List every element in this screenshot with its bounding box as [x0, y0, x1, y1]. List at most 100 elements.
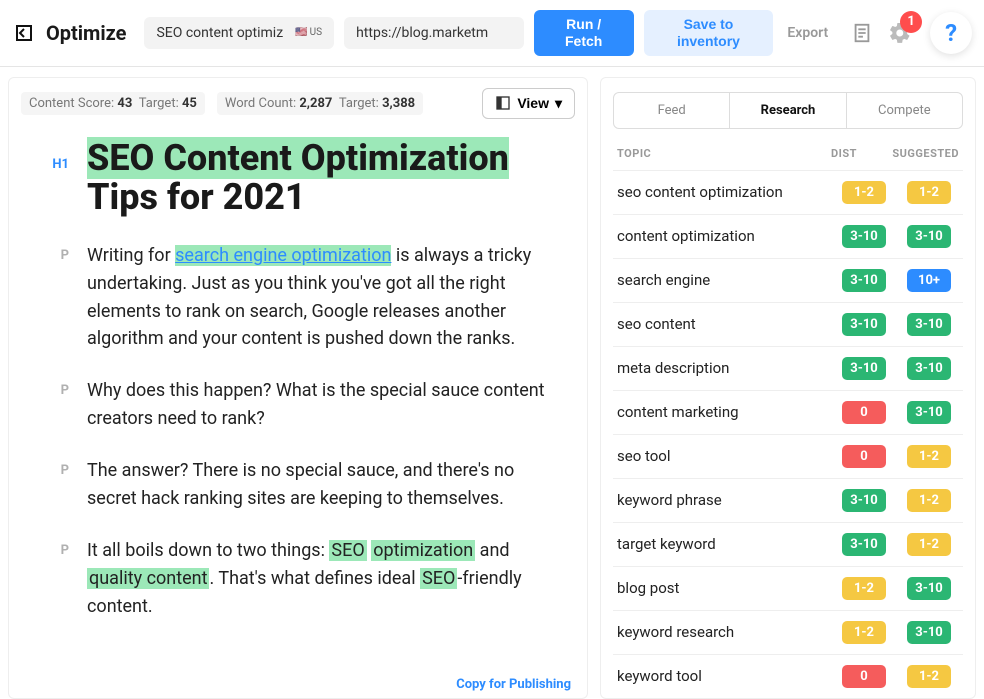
dist-pill: 3-10 — [842, 533, 886, 556]
topic-row[interactable]: content marketing0 3-10 — [613, 390, 963, 434]
topic-name: meta description — [617, 359, 829, 377]
topic-name: content marketing — [617, 403, 829, 421]
sugg-cell: 1-2 — [899, 665, 959, 688]
topic-row[interactable]: search engine3-10 10+ — [613, 258, 963, 302]
topic-name: search engine — [617, 271, 829, 289]
p-block: P Why does this happen? What is the spec… — [9, 377, 547, 433]
dist-pill: 3-10 — [842, 313, 886, 336]
suggested-pill: 3-10 — [907, 401, 951, 424]
document-icon[interactable] — [848, 19, 876, 47]
notification-badge: 1 — [900, 11, 922, 33]
suggested-pill: 10+ — [907, 269, 951, 292]
copy-for-publishing-link[interactable]: Copy for Publishing — [456, 677, 571, 692]
sugg-cell: 1-2 — [899, 181, 959, 204]
sidebar-column: Feed Research Compete TOPIC DIST SUGGEST… — [600, 77, 976, 699]
settings-gear-icon[interactable]: 1 — [886, 19, 914, 47]
p-tag: P — [9, 242, 69, 263]
sugg-cell: 3-10 — [899, 225, 959, 248]
keyword-text: SEO content optimiz — [156, 25, 283, 41]
editor-header: Content Score: 43 Target: 45 Word Count:… — [9, 78, 587, 129]
topic-row[interactable]: keyword research1-23-10 — [613, 610, 963, 654]
dist-cell: 3-10 — [829, 357, 899, 380]
app-title: Optimize — [46, 21, 127, 45]
dist-cell: 1-2 — [829, 621, 899, 644]
topic-row[interactable]: blog post1-23-10 — [613, 566, 963, 610]
topbar: Optimize SEO content optimiz 🇺🇸US https:… — [0, 0, 984, 67]
dist-cell: 1-2 — [829, 577, 899, 600]
p-block: P The answer? There is no special sauce,… — [9, 457, 547, 513]
suggested-pill: 1-2 — [907, 665, 951, 688]
col-dist: DIST — [809, 147, 879, 160]
suggested-pill: 3-10 — [907, 225, 951, 248]
p-tag: P — [9, 457, 69, 478]
topic-row[interactable]: seo content 3-10 3-10 — [613, 302, 963, 346]
dist-pill: 3-10 — [842, 225, 886, 248]
run-fetch-button[interactable]: Run / Fetch — [534, 10, 634, 56]
topic-row[interactable]: meta description 3-10 3-10 — [613, 346, 963, 390]
save-inventory-button[interactable]: Save to inventory — [644, 10, 774, 56]
main-area: Content Score: 43 Target: 45 Word Count:… — [0, 67, 984, 699]
url-input[interactable]: https://blog.marketm — [344, 17, 524, 49]
topic-name: keyword tool — [617, 667, 829, 685]
sidebar-tabs: Feed Research Compete — [613, 92, 963, 129]
help-button[interactable]: ? — [930, 12, 972, 54]
p-text[interactable]: Why does this happen? What is the specia… — [87, 377, 547, 433]
topic-name: seo content optimization — [617, 183, 829, 201]
sugg-cell: 10+ — [899, 269, 959, 292]
chevron-down-icon: ▾ — [555, 95, 562, 112]
p-text[interactable]: Writing for search engine optimization i… — [87, 242, 547, 354]
suggested-pill: 3-10 — [907, 357, 951, 380]
suggested-pill: 1-2 — [907, 533, 951, 556]
topic-row[interactable]: keyword tool 0 1-2 — [613, 654, 963, 698]
dist-cell: 3-10 — [829, 313, 899, 336]
suggested-pill: 1-2 — [907, 181, 951, 204]
suggested-pill: 3-10 — [907, 577, 951, 600]
dist-cell: 3-10 — [829, 533, 899, 556]
tab-research[interactable]: Research — [729, 93, 845, 128]
locale-flag: 🇺🇸US — [295, 27, 322, 38]
word-count-stat: Word Count: 2,287 Target: 3,388 — [217, 92, 423, 115]
keyword-input[interactable]: SEO content optimiz 🇺🇸US — [144, 17, 334, 49]
sugg-cell: 3-10 — [899, 401, 959, 424]
col-topic: TOPIC — [617, 147, 809, 160]
topic-list: seo content optimization1-21-2content op… — [613, 170, 963, 698]
dist-cell: 3-10 — [829, 269, 899, 292]
tab-compete[interactable]: Compete — [846, 93, 962, 128]
sugg-cell: 1-2 — [899, 533, 959, 556]
h1-text[interactable]: SEO Content Optimization Tips for 2021 — [87, 139, 547, 218]
topic-row[interactable]: seo content optimization 1-2 1-2 — [613, 170, 963, 214]
dist-pill: 3-10 — [842, 357, 886, 380]
topic-name: keyword phrase — [617, 491, 829, 509]
h1-block: H1 SEO Content Optimization Tips for 202… — [9, 139, 547, 218]
dist-cell: 0 — [829, 445, 899, 468]
dist-cell: 0 — [829, 665, 899, 688]
dist-pill: 0 — [842, 665, 886, 688]
content-score-stat: Content Score: 43 Target: 45 — [21, 92, 205, 115]
p-text[interactable]: The answer? There is no special sauce, a… — [87, 457, 547, 513]
topic-row[interactable]: content optimization3-103-10 — [613, 214, 963, 258]
topic-name: target keyword — [617, 535, 829, 553]
dist-cell: 0 — [829, 401, 899, 424]
document-body[interactable]: H1 SEO Content Optimization Tips for 202… — [9, 129, 587, 639]
p-block: P It all boils down to two things: SEO o… — [9, 537, 547, 621]
topic-row[interactable]: target keyword 3-10 1-2 — [613, 522, 963, 566]
sugg-cell: 1-2 — [899, 489, 959, 512]
p-tag: P — [9, 537, 69, 558]
view-icon — [495, 95, 511, 111]
dist-pill: 1-2 — [842, 621, 886, 644]
seo-link[interactable]: search engine optimization — [175, 245, 391, 266]
p-text[interactable]: It all boils down to two things: SEO opt… — [87, 537, 547, 621]
topic-name: seo content — [617, 315, 829, 333]
p-block: P Writing for search engine optimization… — [9, 242, 547, 354]
sugg-cell: 3-10 — [899, 357, 959, 380]
sidebar-header-row: TOPIC DIST SUGGESTED — [613, 147, 963, 170]
sugg-cell: 1-2 — [899, 445, 959, 468]
view-dropdown[interactable]: View ▾ — [482, 88, 575, 119]
export-link[interactable]: Export — [787, 25, 828, 41]
topic-row[interactable]: seo tool01-2 — [613, 434, 963, 478]
tab-feed[interactable]: Feed — [614, 93, 729, 128]
dist-pill: 1-2 — [842, 181, 886, 204]
suggested-pill: 3-10 — [907, 313, 951, 336]
dist-cell: 3-10 — [829, 225, 899, 248]
topic-row[interactable]: keyword phrase3-101-2 — [613, 478, 963, 522]
